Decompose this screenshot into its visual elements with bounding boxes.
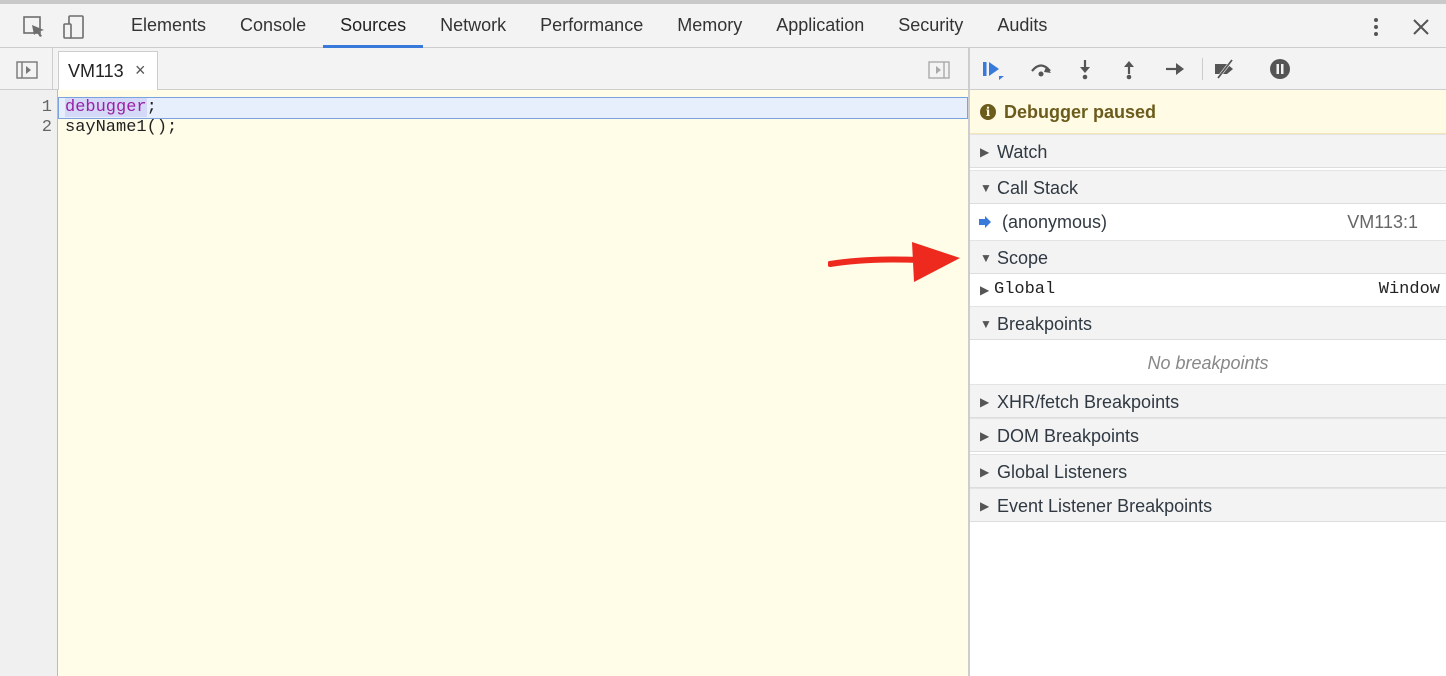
section-title: Call Stack [997,178,1079,198]
section-title: Global Listeners [997,462,1128,482]
expand-triangle-icon: ▶ [980,145,990,159]
kebab-menu-icon[interactable] [1366,12,1386,42]
expand-triangle-icon: ▶ [980,499,990,513]
call-frame-row[interactable]: (anonymous) VM113:1 [970,204,1446,240]
xhr-breakpoints-section-header[interactable]: ▶ XHR/fetch Breakpoints [970,384,1446,418]
code-line[interactable]: debugger; [65,98,157,118]
scope-name: Global [994,280,1056,299]
section-title: Event Listener Breakpoints [997,496,1213,516]
collapse-triangle-icon: ▼ [980,317,992,331]
expand-triangle-icon: ▶ [980,465,990,479]
file-tab-label: VM113 [68,61,124,81]
dom-breakpoints-section-header[interactable]: ▶ DOM Breakpoints [970,418,1446,452]
panel-tabs: Elements Console Sources Network Performance… [114,4,1064,48]
expand-triangle-icon: ▶ [980,429,990,443]
tab-memory[interactable]: Memory [660,4,759,48]
code-line[interactable]: sayName1(); [65,118,177,138]
section-title: DOM Breakpoints [997,426,1140,446]
step-into-icon[interactable] [1072,57,1098,81]
section-title: Breakpoints [997,314,1093,334]
paused-message: Debugger paused [1004,102,1157,122]
file-tab-vm113[interactable]: VM113 × [58,51,158,90]
pause-on-exceptions-icon[interactable] [1267,57,1293,81]
tab-elements[interactable]: Elements [114,4,223,48]
scope-global-row[interactable]: ▶ Global Window [970,274,1446,306]
step-out-icon[interactable] [1116,57,1142,81]
close-icon[interactable] [1406,12,1436,42]
toolbar-separator [1202,58,1203,80]
devtools-tab-bar: Elements Console Sources Network Performance… [0,0,1446,48]
call-stack-section-header[interactable]: ▼ Call Stack [970,170,1446,204]
line-number[interactable]: 1 [0,98,52,118]
deactivate-breakpoints-icon[interactable] [1212,57,1238,81]
watch-section-header[interactable]: ▶ Watch [970,134,1446,168]
expand-triangle-icon: ▶ [980,395,990,409]
tab-security[interactable]: Security [881,4,980,48]
debugger-toggle-icon[interactable] [928,61,950,79]
expand-triangle-icon: ▶ [980,283,990,297]
call-frame-name: (anonymous) [1002,212,1108,232]
code-editor[interactable]: debugger; sayName1(); [58,90,968,676]
divider [52,48,53,90]
inspect-element-icon[interactable] [20,13,48,41]
tab-console[interactable]: Console [223,4,323,48]
tab-audits[interactable]: Audits [980,4,1064,48]
section-title: Scope [997,248,1049,268]
current-frame-arrow-icon [979,216,991,228]
section-title: XHR/fetch Breakpoints [997,392,1180,412]
step-over-icon[interactable] [1028,57,1054,81]
no-breakpoints-text: No breakpoints [1147,353,1269,373]
info-icon: i [980,104,996,120]
line-number-gutter[interactable]: 1 2 [0,90,58,676]
debugger-keyword: debugger [65,98,147,117]
annotation-arrow-icon [828,242,960,282]
device-toggle-icon[interactable] [60,13,88,41]
breakpoints-body: No breakpoints [970,340,1446,384]
tab-performance[interactable]: Performance [523,4,660,48]
tab-sources[interactable]: Sources [323,4,424,48]
step-icon[interactable] [1162,57,1188,81]
execution-line-highlight [58,97,968,119]
scope-value: Window [1378,280,1440,299]
line-number[interactable]: 2 [0,118,52,138]
tab-network[interactable]: Network [423,4,523,48]
global-listeners-section-header[interactable]: ▶ Global Listeners [970,454,1446,488]
file-tab-close-icon[interactable]: × [135,60,146,81]
code-punctuation: ; [146,98,157,117]
event-listener-breakpoints-section-header[interactable]: ▶ Event Listener Breakpoints [970,488,1446,522]
breakpoints-section-header[interactable]: ▼ Breakpoints [970,306,1446,340]
debugger-paused-banner: i Debugger paused [970,90,1446,134]
section-title: Watch [997,142,1048,162]
file-tab-bar: VM113 × [0,48,968,90]
resume-icon[interactable] [980,57,1006,81]
debugger-toolbar [970,48,1446,90]
call-frame-location[interactable]: VM113:1 [1347,212,1418,233]
tab-application[interactable]: Application [759,4,881,48]
collapse-triangle-icon: ▼ [980,251,992,265]
navigator-toggle-icon[interactable] [16,61,38,79]
collapse-triangle-icon: ▼ [980,181,992,195]
scope-section-header[interactable]: ▼ Scope [970,240,1446,274]
